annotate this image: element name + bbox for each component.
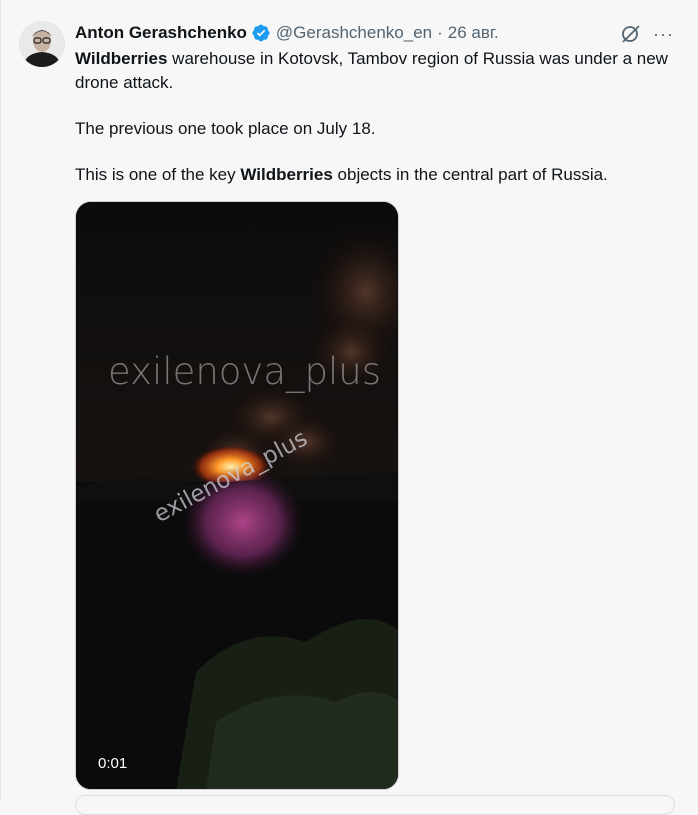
avatar[interactable] — [19, 21, 65, 67]
tweet-text: Wildberries warehouse in Kotovsk, Tambov… — [75, 47, 675, 187]
tweet-line3-bold: Wildberries — [240, 165, 333, 184]
tweet-paragraph-1: Wildberries warehouse in Kotovsk, Tambov… — [75, 47, 675, 95]
grok-icon[interactable] — [619, 22, 643, 46]
watermark-large: exilenova_plus — [108, 350, 381, 393]
tweet-date[interactable]: 26 авг. — [448, 23, 499, 43]
separator-dot: · — [437, 23, 443, 42]
tweet-line3-post: objects in the central part of Russia. — [332, 165, 608, 184]
hashtag-wildberries: Wildberries — [75, 49, 168, 68]
tweet-line3-pre: This is one of the key — [75, 165, 241, 184]
more-options-icon[interactable]: ··· — [653, 25, 674, 43]
video-player[interactable]: exilenova_plus exilenova_plus 0:01 — [75, 201, 399, 790]
tweet-paragraph-3: This is one of the key Wildberries objec… — [75, 163, 675, 187]
author-name[interactable]: Anton Gerashchenko — [75, 23, 247, 43]
tweet-top-actions: ··· — [619, 22, 674, 46]
tweet-paragraph-2: The previous one took place on July 18. — [75, 119, 376, 138]
quoted-card-edge[interactable] — [75, 795, 675, 815]
author-handle[interactable]: @Gerashchenko_en — [276, 23, 432, 43]
tweet[interactable]: Anton Gerashchenko @Gerashchenko_en · 26… — [0, 0, 698, 815]
video-frame — [76, 202, 398, 789]
verified-badge-icon — [251, 23, 271, 43]
video-timestamp: 0:01 — [98, 755, 128, 772]
avatar-image — [19, 21, 65, 67]
tweet-header: Anton Gerashchenko @Gerashchenko_en · 26… — [75, 20, 499, 46]
